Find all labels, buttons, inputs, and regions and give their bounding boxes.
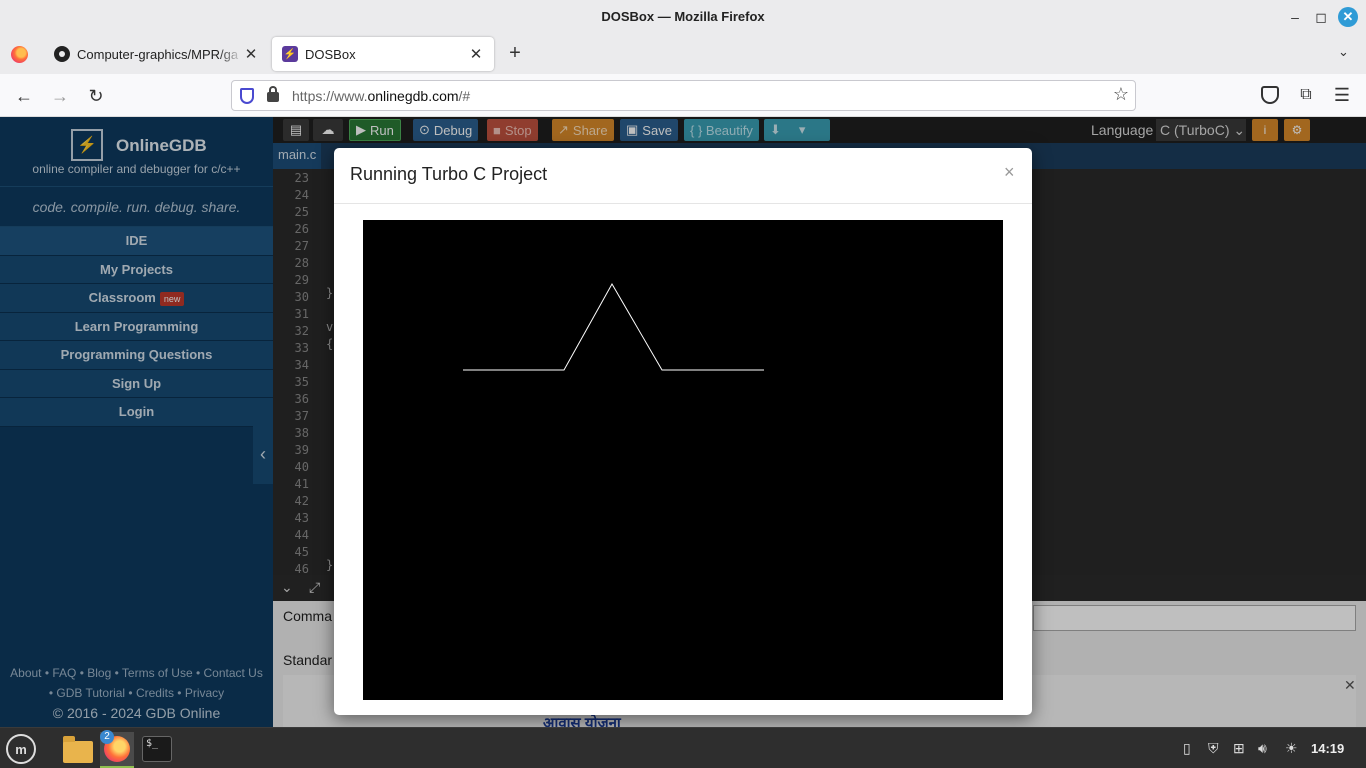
close-tab-icon[interactable]: ✕ bbox=[243, 45, 259, 63]
github-icon bbox=[54, 46, 70, 62]
mint-menu-icon[interactable]: m bbox=[4, 732, 38, 766]
brightness-icon[interactable]: ☀ bbox=[1285, 740, 1298, 757]
tab-strip: Computer-graphics/MPR/ga ✕ ⚡ DOSBox ✕ bbox=[0, 34, 1366, 74]
network-icon[interactable]: ⊞ bbox=[1233, 740, 1245, 757]
back-button[interactable]: ← bbox=[12, 84, 36, 108]
hamburger-menu-icon[interactable]: ☰ bbox=[1333, 85, 1351, 105]
minimize-button[interactable]: – bbox=[1285, 7, 1305, 27]
bookmark-star-icon[interactable]: ☆ bbox=[1113, 84, 1129, 105]
dosbox-icon: ⚡ bbox=[282, 46, 298, 62]
run-modal: Running Turbo C Project × bbox=[334, 148, 1032, 715]
maximize-button[interactable]: ◻ bbox=[1311, 7, 1331, 27]
list-all-tabs-icon[interactable]: ⌄ bbox=[1338, 44, 1349, 60]
tracking-protection-icon[interactable] bbox=[240, 88, 254, 104]
navigation-toolbar: ← → ↻ https://www.onlinegdb.com/# ☆ ⧉ ☰ bbox=[0, 74, 1366, 117]
url-text[interactable]: https://www.onlinegdb.com/# bbox=[292, 88, 470, 104]
reload-button[interactable]: ↻ bbox=[84, 84, 108, 108]
tab-label: DOSBox bbox=[305, 46, 356, 62]
clipboard-icon[interactable]: ▯ bbox=[1183, 740, 1191, 757]
firefox-taskbar-icon[interactable]: 2 bbox=[100, 730, 134, 768]
terminal-icon[interactable]: $_ bbox=[140, 732, 174, 766]
pocket-icon[interactable] bbox=[1261, 86, 1279, 104]
lock-icon[interactable] bbox=[267, 86, 279, 102]
volume-icon[interactable]: 🔊︎ bbox=[1258, 740, 1267, 757]
modal-divider bbox=[334, 203, 1032, 204]
dosbox-screen[interactable] bbox=[363, 220, 1003, 700]
taskbar: m 2 $_ ▯ ⛨ ⊞ 🔊︎ ☀ 14:19 bbox=[0, 727, 1366, 768]
close-tab-icon[interactable]: ✕ bbox=[468, 45, 484, 63]
tab-dosbox[interactable]: ⚡ DOSBox ✕ bbox=[272, 37, 494, 71]
clock[interactable]: 14:19 bbox=[1311, 741, 1344, 756]
close-window-button[interactable]: ✕ bbox=[1338, 7, 1358, 27]
koch-curve-line bbox=[463, 282, 764, 371]
modal-title: Running Turbo C Project bbox=[350, 164, 548, 184]
new-tab-button[interactable]: + bbox=[505, 42, 525, 65]
window-count-badge: 2 bbox=[100, 730, 114, 744]
dos-graphics-canvas bbox=[463, 282, 764, 371]
forward-button[interactable]: → bbox=[48, 84, 72, 108]
firefox-icon[interactable] bbox=[11, 46, 28, 63]
files-folder-icon[interactable] bbox=[61, 732, 95, 766]
shield-update-icon[interactable]: ⛨ bbox=[1208, 740, 1219, 757]
url-bar[interactable]: https://www.onlinegdb.com/# ☆ bbox=[231, 80, 1136, 111]
extensions-icon[interactable]: ⧉ bbox=[1297, 86, 1315, 104]
tab-label: Computer-graphics/MPR/ga bbox=[77, 46, 239, 62]
window-title: DOSBox — Mozilla Firefox bbox=[601, 9, 765, 24]
close-modal-button[interactable]: × bbox=[1004, 162, 1015, 183]
window-titlebar: DOSBox — Mozilla Firefox – ◻ ✕ bbox=[0, 0, 1366, 34]
tab-github[interactable]: Computer-graphics/MPR/ga ✕ bbox=[44, 37, 269, 71]
